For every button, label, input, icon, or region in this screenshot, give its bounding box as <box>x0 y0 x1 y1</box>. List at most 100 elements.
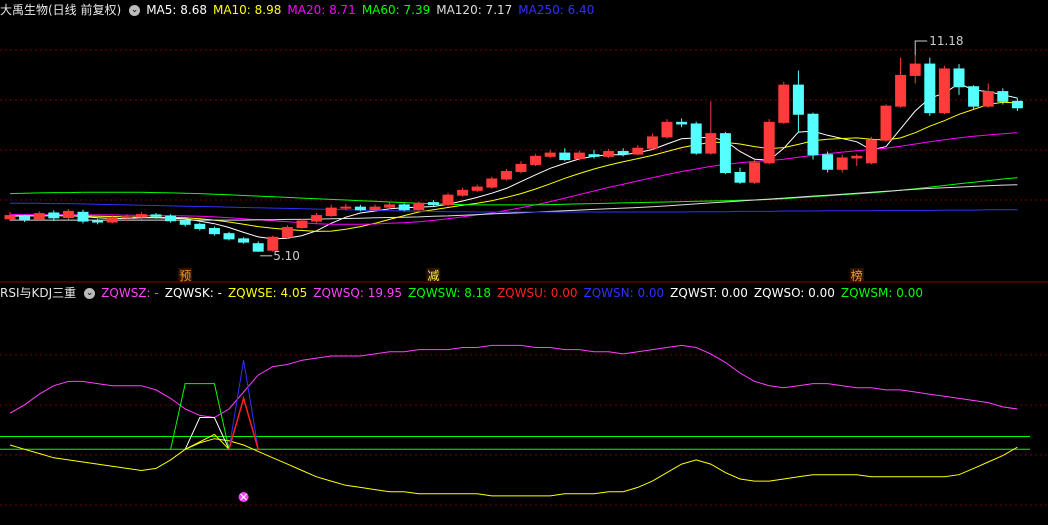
candle-51 <box>749 159 761 184</box>
candle-body-2 <box>33 213 45 220</box>
candle-52 <box>763 119 775 165</box>
candle-body-60 <box>880 105 892 141</box>
candle-body-30 <box>442 194 454 206</box>
candle-3 <box>48 210 60 222</box>
candle-50 <box>734 167 746 184</box>
max-price-label: 11.18 <box>929 34 963 48</box>
max-leader <box>914 40 928 56</box>
candle-49 <box>719 132 731 175</box>
candle-37 <box>544 149 556 158</box>
candle-67 <box>982 83 994 108</box>
candle-body-36 <box>530 155 542 165</box>
candle-body-34 <box>500 171 512 180</box>
candle-14 <box>208 226 220 236</box>
candle-body-19 <box>281 227 293 238</box>
candle-body-16 <box>238 238 250 243</box>
candle-body-44 <box>646 136 658 149</box>
candle-body-61 <box>895 74 907 107</box>
indicator-chart <box>0 344 1048 506</box>
candle-body-22 <box>325 207 337 217</box>
ind-line-magenta <box>9 344 1018 419</box>
candle-30 <box>442 192 454 207</box>
candle-56 <box>822 151 834 173</box>
candle-body-46 <box>676 121 688 125</box>
candle-body-1 <box>19 216 31 220</box>
candle-body-47 <box>690 123 702 154</box>
candle-62 <box>909 55 921 84</box>
candle-body-5 <box>77 211 89 222</box>
candle-31 <box>457 187 469 197</box>
ind-cross-marker <box>238 492 249 502</box>
candle-12 <box>179 219 191 227</box>
price-chart: 11.18 5.10 预 减 榜 <box>0 34 1048 283</box>
candle-60 <box>880 104 892 142</box>
candle-body-49 <box>719 133 731 174</box>
candle-body-65 <box>953 68 965 88</box>
ma-line-ma60 <box>9 177 1018 206</box>
min-price-label: 5.10 <box>273 249 300 263</box>
candle-body-23 <box>340 206 352 209</box>
candle-body-10 <box>150 214 162 217</box>
event-marker-1: 减 <box>427 269 439 283</box>
candle-48 <box>705 101 717 155</box>
candle-body-6 <box>92 220 104 223</box>
candle-body-8 <box>121 216 133 219</box>
candle-body-48 <box>705 133 717 154</box>
candle-body-67 <box>982 91 994 107</box>
candle-body-40 <box>588 154 600 157</box>
candle-body-20 <box>296 220 308 229</box>
candle-32 <box>471 184 483 192</box>
candle-body-42 <box>617 150 629 155</box>
candle-body-66 <box>968 86 980 107</box>
candle-body-41 <box>603 150 615 157</box>
candle-body-7 <box>106 217 118 223</box>
candle-54 <box>792 70 804 133</box>
candle-44 <box>646 133 658 150</box>
candle-47 <box>690 121 702 155</box>
candle-63 <box>924 57 936 116</box>
candle-body-55 <box>807 113 819 156</box>
candle-28 <box>413 201 425 212</box>
candle-body-14 <box>208 228 220 235</box>
candle-45 <box>661 119 673 139</box>
candle-body-58 <box>851 155 863 159</box>
candle-body-28 <box>413 202 425 211</box>
candle-body-17 <box>252 243 264 252</box>
candle-66 <box>968 85 980 110</box>
candle-body-43 <box>632 147 644 155</box>
candle-body-29 <box>427 202 439 206</box>
candle-body-54 <box>792 84 804 115</box>
candle-35 <box>515 161 527 174</box>
event-marker-2: 榜 <box>851 268 863 283</box>
candle-body-68 <box>997 91 1009 102</box>
candle-body-21 <box>311 215 323 222</box>
candle-body-56 <box>822 154 834 170</box>
candle-body-4 <box>62 210 74 219</box>
candle-17 <box>252 241 264 252</box>
candle-33 <box>486 176 498 189</box>
candle-16 <box>238 237 250 244</box>
candle-body-0 <box>4 215 16 220</box>
candle-body-15 <box>223 233 235 240</box>
candle-body-38 <box>559 152 571 161</box>
candle-13 <box>194 222 206 231</box>
candle-58 <box>851 154 863 167</box>
candle-64 <box>938 65 950 115</box>
candle-21 <box>311 212 323 224</box>
candle-body-52 <box>763 121 775 164</box>
candle-body-32 <box>471 186 483 191</box>
candle-body-53 <box>778 84 790 123</box>
candle-body-51 <box>749 162 761 183</box>
candle-body-50 <box>734 172 746 183</box>
candle-59 <box>865 136 877 165</box>
candle-5 <box>77 209 89 224</box>
candle-36 <box>530 154 542 167</box>
candle-20 <box>296 218 308 230</box>
candle-53 <box>778 81 790 124</box>
candle-39 <box>573 150 585 161</box>
candle-57 <box>836 154 848 173</box>
candle-body-26 <box>384 204 396 208</box>
candle-55 <box>807 112 819 160</box>
candle-body-27 <box>398 204 410 211</box>
candle-body-3 <box>48 212 60 219</box>
